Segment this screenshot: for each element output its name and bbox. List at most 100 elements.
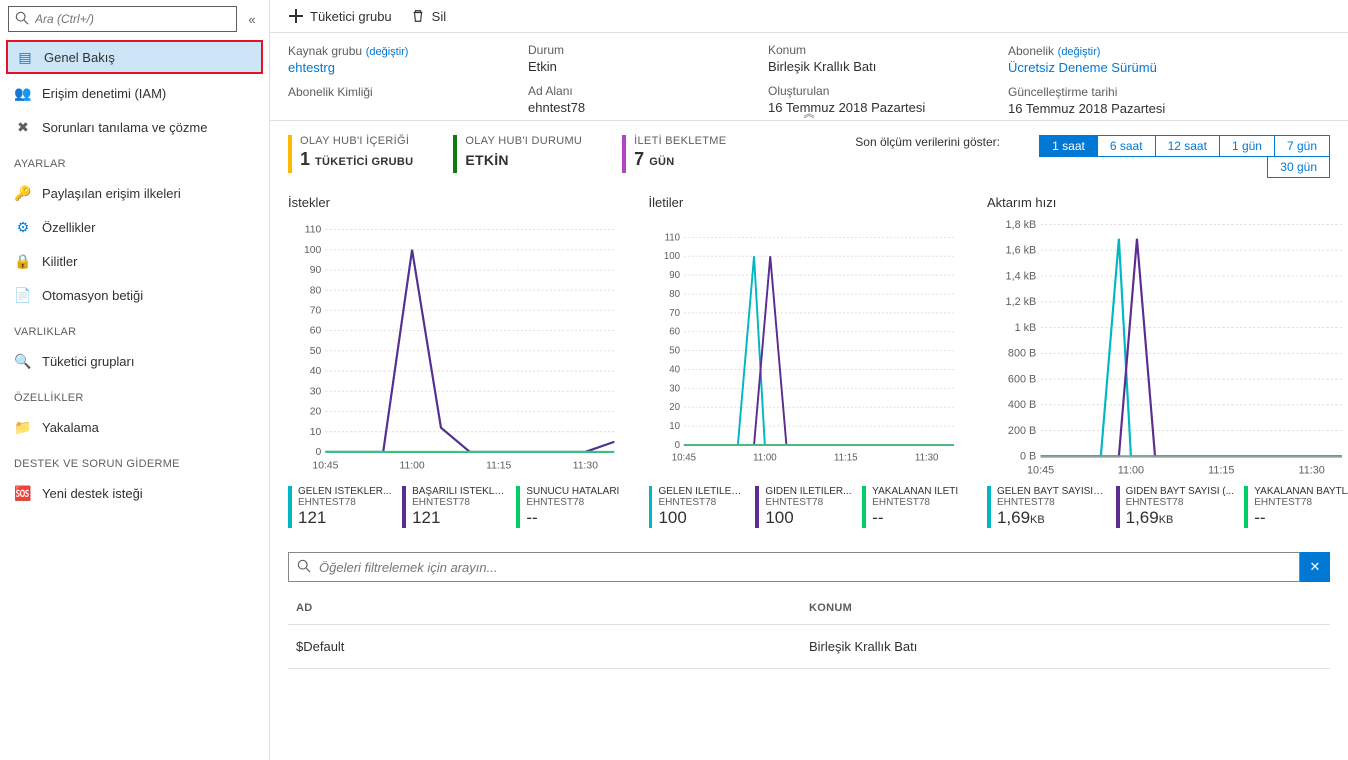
change-rg-link[interactable]: (değiştir) xyxy=(366,46,409,58)
nav-section-features: ÖZELLİKLER xyxy=(0,378,269,410)
chart-metric[interactable]: SUNUCU HATALARI EHNTEST78 -- xyxy=(516,486,620,528)
clear-filter-button[interactable]: ✕ xyxy=(1300,552,1330,582)
nav-label: Yakalama xyxy=(42,420,99,435)
chart-metric[interactable]: GİDEN BAYT SAYISI (... EHNTEST78 1,69KB xyxy=(1116,486,1235,528)
nav-label: Genel Bakış xyxy=(44,50,115,65)
chart-metric[interactable]: GELEN İLETİLER... EHNTEST78 100 xyxy=(649,486,746,528)
svg-text:200 B: 200 B xyxy=(1008,425,1036,437)
collapse-sidebar-button[interactable]: « xyxy=(243,12,261,27)
nav-iam[interactable]: 👥 Erişim denetimi (IAM) xyxy=(0,76,269,110)
table-row[interactable]: $DefaultBirleşik Krallık Batı xyxy=(288,625,1330,669)
metric-value: 121 xyxy=(412,508,506,528)
delete-button[interactable]: Sil xyxy=(410,8,446,24)
svg-text:11:00: 11:00 xyxy=(753,453,777,464)
metric-color-bar xyxy=(755,486,759,528)
chart-metric[interactable]: YAKALANAN İLETİ EHNTEST78 -- xyxy=(862,486,959,528)
ess-rg-value[interactable]: ehtestrg xyxy=(288,60,488,75)
nav-label: Paylaşılan erişim ilkeleri xyxy=(42,186,181,201)
metric-sub: EHNTEST78 xyxy=(1254,497,1348,508)
col-name-header[interactable]: AD xyxy=(296,602,809,614)
chart-metric[interactable]: BAŞARILI İSTEKLER EHNTEST78 121 xyxy=(402,486,506,528)
time-range-option[interactable]: 6 saat xyxy=(1097,135,1156,157)
col-loc-header[interactable]: KONUM xyxy=(809,602,1322,614)
svg-text:60: 60 xyxy=(310,326,322,337)
svg-text:50: 50 xyxy=(669,346,680,357)
metric-value: 100 xyxy=(765,508,851,528)
chart-area[interactable]: 0 B200 B400 B600 B800 B1 kB1,2 kB1,4 kB1… xyxy=(987,218,1348,478)
chart-metric[interactable]: YAKALANAN BAYTLAR EHNTEST78 -- xyxy=(1244,486,1348,528)
chart-metric[interactable]: GELEN İSTEKLER... EHNTEST78 121 xyxy=(288,486,392,528)
table-header: AD KONUM xyxy=(288,592,1330,625)
time-range-option[interactable]: 1 gün xyxy=(1219,135,1275,157)
metric-name: GELEN BAYT SAYISI (... xyxy=(997,486,1106,497)
svg-text:10: 10 xyxy=(310,427,322,438)
ess-sub-value[interactable]: Ücretsiz Deneme Sürümü xyxy=(1008,60,1208,75)
nav-automation[interactable]: 📄 Otomasyon betiği xyxy=(0,278,269,312)
search-input[interactable] xyxy=(35,12,230,26)
nav-shared-policies[interactable]: 🔑 Paylaşılan erişim ilkeleri xyxy=(0,176,269,210)
metric-sub: EHNTEST78 xyxy=(765,497,851,508)
chart-area[interactable]: 010203040506070809010011010:4511:0011:15… xyxy=(288,218,621,478)
ess-sub-label: Abonelik xyxy=(1008,44,1054,58)
ess-ns-label: Ad Alanı xyxy=(528,84,728,98)
svg-text:20: 20 xyxy=(669,402,680,413)
nav-capture[interactable]: 📁 Yakalama xyxy=(0,410,269,444)
nav-locks[interactable]: 🔒 Kilitler xyxy=(0,244,269,278)
metric-value: 1,69KB xyxy=(997,508,1106,528)
svg-text:10:45: 10:45 xyxy=(671,453,695,464)
svg-text:70: 70 xyxy=(310,306,322,317)
svg-text:50: 50 xyxy=(310,346,322,357)
change-sub-link[interactable]: (değiştir) xyxy=(1058,46,1101,58)
time-range-option[interactable]: 7 gün xyxy=(1274,135,1330,157)
svg-text:30: 30 xyxy=(669,383,680,394)
ess-rg-label: Kaynak grubu xyxy=(288,44,362,58)
metric-value: 121 xyxy=(298,508,391,528)
time-range-option[interactable]: 30 gün xyxy=(1267,156,1330,178)
filter-input[interactable] xyxy=(319,560,1291,575)
svg-text:400 B: 400 B xyxy=(1008,399,1036,411)
time-range-option[interactable]: 1 saat xyxy=(1039,135,1098,157)
time-range-option[interactable]: 12 saat xyxy=(1155,135,1220,157)
chart-title: İstekler xyxy=(288,195,621,210)
essentials: Kaynak grubu (değiştir) ehtestrg Aboneli… xyxy=(270,33,1348,121)
stat-unit: GÜN xyxy=(649,156,674,168)
ess-ns-value: ehntest78 xyxy=(528,100,728,115)
chart-metric[interactable]: GELEN BAYT SAYISI (... EHNTEST78 1,69KB xyxy=(987,486,1106,528)
metric-value: -- xyxy=(872,508,958,528)
svg-text:1,8 kB: 1,8 kB xyxy=(1006,219,1037,231)
ess-subid-label: Abonelik Kimliği xyxy=(288,85,488,99)
svg-text:20: 20 xyxy=(310,407,322,418)
metric-color-bar xyxy=(987,486,991,528)
filter-input-wrapper[interactable] xyxy=(288,552,1300,582)
metric-sub: EHNTEST78 xyxy=(658,497,745,508)
collapse-essentials-button[interactable]: ︽ xyxy=(804,105,815,121)
stat-unit: TÜKETİCİ GRUBU xyxy=(315,156,413,168)
svg-text:30: 30 xyxy=(310,386,322,397)
chart-panel: Aktarım hızı 0 B200 B400 B600 B800 B1 kB… xyxy=(987,195,1348,528)
chart-metric[interactable]: GİDEN İLETİLER... EHNTEST78 100 xyxy=(755,486,852,528)
svg-text:11:15: 11:15 xyxy=(834,453,858,464)
svg-text:1 kB: 1 kB xyxy=(1015,322,1037,334)
metric-sub: EHNTEST78 xyxy=(997,497,1106,508)
nav-consumer-groups[interactable]: 🔍 Tüketici grupları xyxy=(0,344,269,378)
nav-diagnose[interactable]: ✖ Sorunları tanılama ve çözme xyxy=(0,110,269,144)
metric-color-bar xyxy=(516,486,520,528)
svg-text:10:45: 10:45 xyxy=(1027,465,1054,477)
nav-new-support[interactable]: 🆘 Yeni destek isteği xyxy=(0,476,269,510)
svg-text:800 B: 800 B xyxy=(1008,348,1036,360)
stat-bar-icon xyxy=(622,135,626,173)
svg-text:90: 90 xyxy=(669,270,680,281)
metric-value: 100 xyxy=(658,508,745,528)
svg-text:40: 40 xyxy=(669,364,680,375)
stat-bar-icon xyxy=(288,135,292,173)
capture-icon: 📁 xyxy=(14,418,32,436)
search-input-wrapper[interactable] xyxy=(8,6,237,32)
chart-title: İletiler xyxy=(649,195,959,210)
tools-icon: ✖ xyxy=(14,118,32,136)
chart-area[interactable]: 010203040506070809010011010:4511:0011:15… xyxy=(649,218,959,478)
nav-properties[interactable]: ⚙ Özellikler xyxy=(0,210,269,244)
add-consumer-group-button[interactable]: Tüketici grubu xyxy=(288,8,392,24)
button-label: Sil xyxy=(432,9,446,24)
nav-overview[interactable]: ▤ Genel Bakış xyxy=(6,40,263,74)
script-icon: 📄 xyxy=(14,286,32,304)
